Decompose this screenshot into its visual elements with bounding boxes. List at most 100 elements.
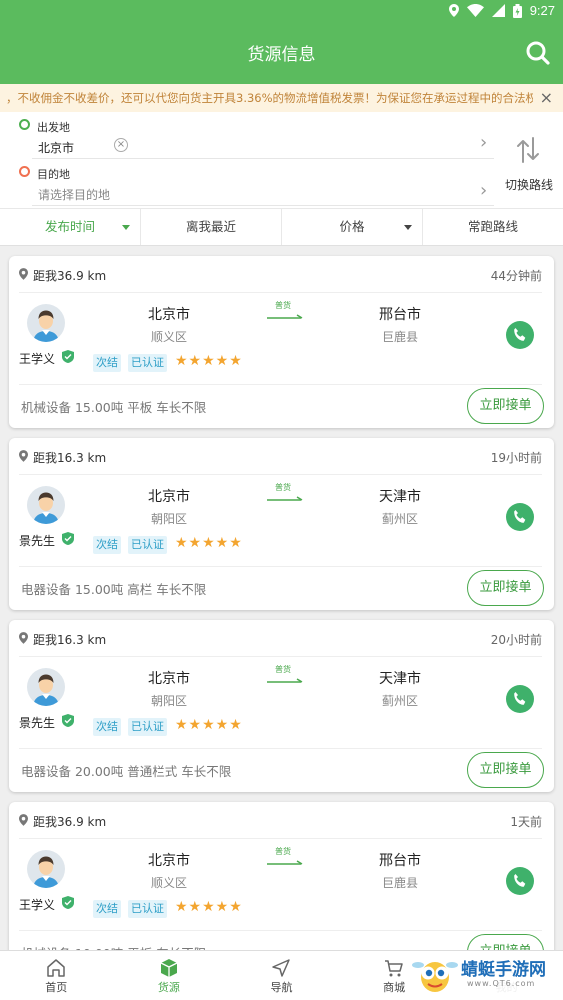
route-arrow-icon [267,314,303,319]
nav-navigation[interactable]: 导航 [225,951,338,1000]
cargo-description: 电器设备 15.00吨 高栏 车长不限 [21,582,207,597]
cargo-card[interactable]: 距我36.9 km 1天前 王学义 北京市 顺义区 普货 邢台市 巨鹿县 次结 … [9,802,554,950]
notice-banner: ，不收佣金不收差价，还可以代您向货主开具3.36%的物流增值税发票！为保证您在承… [0,84,563,112]
verified-shield-icon [62,714,74,727]
chevron-right-icon[interactable]: › [480,180,487,201]
origin-city: 北京市 [148,671,190,687]
destination-city: 天津市 [379,671,421,687]
avatar[interactable] [27,304,65,342]
settlement-tag: 次结 [93,718,121,736]
cargo-description: 机械设备 10.00吨 平板 车长不限 [21,943,206,950]
divider [19,748,542,749]
avatar[interactable] [27,850,65,888]
origin-district: 顺义区 [150,876,187,890]
filter-publish-time[interactable]: 发布时间 [0,209,141,245]
origin-field[interactable]: 北京市 [38,139,74,156]
user-avatar-icon [33,310,59,342]
verified-shield-icon [62,896,74,909]
status-time: 9:27 [529,3,555,18]
cargo-description: 电器设备 20.00吨 普通栏式 车长不限 [21,764,232,779]
cargo-description: 机械设备 15.00吨 平板 车长不限 [21,400,207,415]
origin-district: 朝阳区 [150,694,187,708]
certified-tag: 已认证 [128,900,167,918]
destination-label: 目的地 [37,168,70,181]
verified-shield-icon [62,350,74,363]
switch-route-button[interactable]: 切换路线 [498,132,560,192]
origin-dot-icon [19,119,30,130]
destination-district: 巨鹿县 [381,330,418,344]
location-icon [448,4,459,17]
rating-stars: ★★★★★ [175,717,243,733]
watermark-url: www.QT6.com [467,979,536,988]
destination-dot-icon [19,166,30,177]
app-header: 9:27 货源信息 [0,0,563,84]
divider [32,205,494,206]
call-button[interactable] [506,685,534,713]
settlement-tag: 次结 [93,354,121,372]
call-button[interactable] [506,503,534,531]
cargo-type-tag: 普货 [275,665,291,674]
destination-city: 邢台市 [379,853,421,869]
clear-origin-button[interactable]: × [114,138,128,152]
divider [19,566,542,567]
accept-order-button[interactable]: 立即接单 [467,388,544,424]
verified-shield-icon [62,532,74,545]
cargo-card[interactable]: 距我16.3 km 20小时前 景先生 北京市 朝阳区 普货 天津市 蓟州区 次… [9,620,554,792]
avatar[interactable] [27,668,65,706]
destination-district: 巨鹿县 [381,876,418,890]
publish-time: 1天前 [510,815,542,829]
search-button[interactable] [525,40,551,66]
route-panel: 出发地 北京市 × › 目的地 请选择目的地 › 切换路线 [0,112,563,208]
call-button[interactable] [506,867,534,895]
cargo-card[interactable]: 距我36.9 km 44分钟前 王学义 北京市 顺义区 普货 邢台市 巨鹿县 次… [9,256,554,428]
cargo-card[interactable]: 距我16.3 km 19小时前 景先生 北京市 朝阳区 普货 天津市 蓟州区 次… [9,438,554,610]
call-button[interactable] [506,321,534,349]
distance-text: 距我16.3 km [33,633,107,647]
divider [19,292,542,293]
distance-text: 距我16.3 km [33,451,107,465]
nav-label: 首页 [45,981,68,994]
filter-price[interactable]: 价格 [282,209,423,245]
divider [19,474,542,475]
distance-text: 距我36.9 km [33,815,107,829]
route-arrow-icon [267,678,303,683]
origin-label: 出发地 [37,121,70,134]
filter-nearest[interactable]: 离我最近 [141,209,282,245]
notice-text: ，不收佣金不收差价，还可以代您向货主开具3.36%的物流增值税发票！为保证您在承… [6,91,533,105]
certified-tag: 已认证 [128,718,167,736]
notice-close-button[interactable]: × [540,84,553,112]
origin-city: 北京市 [148,853,190,869]
cart-icon [385,960,403,977]
user-avatar-icon [33,674,59,706]
divider [19,656,542,657]
avatar[interactable] [27,486,65,524]
location-pin-icon [19,450,28,462]
destination-city: 邢台市 [379,307,421,323]
page-title: 货源信息 [247,45,316,65]
phone-icon [514,692,526,705]
shipper-name: 景先生 [19,534,56,548]
phone-icon [514,328,526,341]
accept-order-button[interactable]: 立即接单 [467,752,544,788]
destination-city: 天津市 [379,489,421,505]
chevron-right-icon[interactable]: › [480,132,487,153]
cargo-type-tag: 普货 [275,847,291,856]
user-avatar-icon [33,492,59,524]
publish-time: 44分钟前 [490,269,542,283]
accept-order-button[interactable]: 立即接单 [467,934,544,950]
publish-time: 19小时前 [490,451,542,465]
nav-home[interactable]: 首页 [0,951,113,1000]
divider [32,158,494,159]
accept-order-button[interactable]: 立即接单 [467,570,544,606]
home-icon [47,959,66,977]
location-pin-icon [19,814,28,826]
nav-cargo[interactable]: 货源 [113,951,226,1000]
route-arrow-icon [267,496,303,501]
destination-field[interactable]: 请选择目的地 [38,186,110,203]
filter-frequent-routes[interactable]: 常跑路线 [423,209,563,245]
nav-label: 导航 [270,981,293,994]
filter-bar: 发布时间 离我最近 价格 常跑路线 [0,208,563,246]
location-pin-icon [19,632,28,644]
shipper-name: 景先生 [19,716,56,730]
phone-icon [514,874,526,887]
